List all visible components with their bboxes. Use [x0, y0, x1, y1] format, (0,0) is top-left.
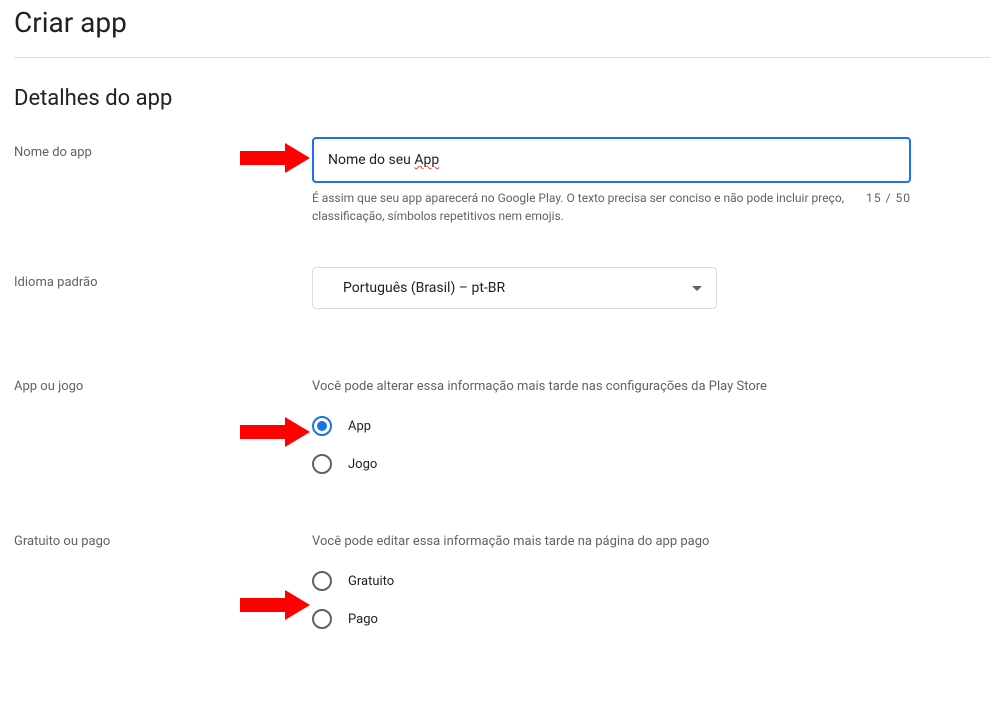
info-app-or-game: Você pode alterar essa informação mais t…: [312, 379, 932, 394]
language-select[interactable]: Português (Brasil) – pt-BR: [312, 267, 717, 309]
radio-group-app-or-game: App Jogo: [312, 416, 932, 474]
input-helper: É assim que seu app aparecerá no Google …: [312, 189, 911, 225]
input-value-text: Nome do seu App: [328, 152, 439, 168]
radio-label-paid: Pago: [348, 612, 378, 627]
radio-free[interactable]: Gratuito: [312, 571, 932, 591]
page-title: Criar app: [14, 6, 990, 53]
radio-label-free: Gratuito: [348, 574, 394, 589]
arrow-icon: [240, 590, 310, 620]
arrow-icon: [240, 417, 310, 447]
radio-icon: [312, 454, 332, 474]
field-content: Nome do seu App É assim que seu app apar…: [312, 137, 932, 225]
field-app-or-game: App ou jogo Você pode alterar essa infor…: [14, 379, 990, 474]
app-name-input[interactable]: Nome do seu App: [312, 137, 911, 183]
section-title: Detalhes do app: [14, 86, 990, 111]
radio-icon: [312, 571, 332, 591]
radio-paid[interactable]: Pago: [312, 609, 932, 629]
label-pricing: Gratuito ou pago: [14, 534, 312, 549]
field-language: Idioma padrão Português (Brasil) – pt-BR: [14, 267, 990, 309]
radio-label-game: Jogo: [348, 457, 377, 472]
info-pricing: Você pode editar essa informação mais ta…: [312, 534, 932, 549]
field-content: Você pode alterar essa informação mais t…: [312, 379, 932, 474]
char-counter: 15 / 50: [866, 189, 911, 225]
chevron-down-icon: [692, 286, 702, 291]
field-content: Português (Brasil) – pt-BR: [312, 267, 932, 309]
radio-label-app: App: [348, 419, 371, 434]
divider: [14, 57, 990, 58]
radio-app[interactable]: App: [312, 416, 932, 436]
field-pricing: Gratuito ou pago Você pode editar essa i…: [14, 534, 990, 629]
field-app-name: Nome do app Nome do seu App É assim que …: [14, 137, 990, 225]
label-app-name: Nome do app: [14, 137, 312, 160]
field-content: Você pode editar essa informação mais ta…: [312, 534, 932, 629]
form-container: Criar app Detalhes do app Nome do app No…: [0, 0, 1004, 711]
radio-icon: [312, 416, 332, 436]
select-value: Português (Brasil) – pt-BR: [343, 280, 505, 296]
radio-group-pricing: Gratuito Pago: [312, 571, 932, 629]
radio-game[interactable]: Jogo: [312, 454, 932, 474]
label-language: Idioma padrão: [14, 267, 312, 290]
radio-icon: [312, 609, 332, 629]
label-app-or-game: App ou jogo: [14, 379, 312, 394]
helper-text: É assim que seu app aparecerá no Google …: [312, 189, 866, 225]
